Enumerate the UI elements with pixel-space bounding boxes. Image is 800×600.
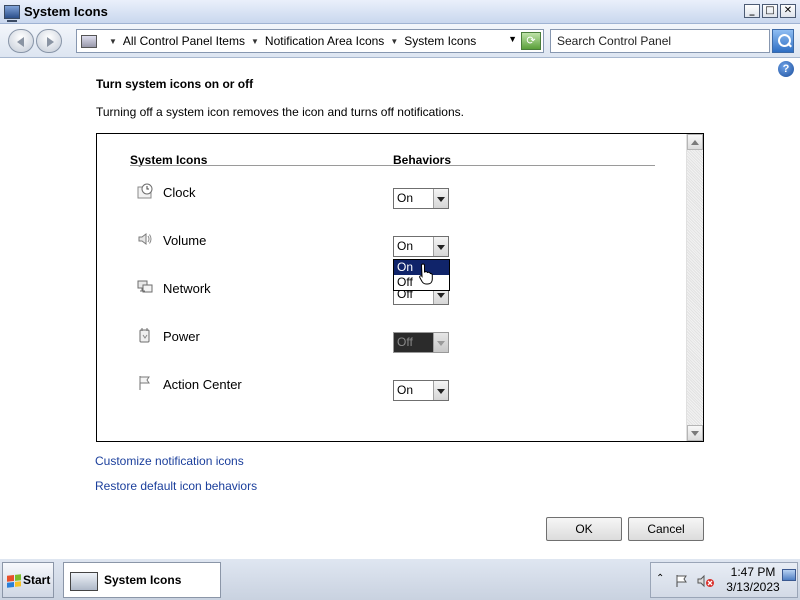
search-icon[interactable] xyxy=(772,29,794,53)
control-panel-icon xyxy=(70,572,98,591)
page-title: Turn system icons on or off xyxy=(96,77,254,91)
behavior-value-volume: On xyxy=(397,239,414,253)
breadcrumb[interactable]: ▼ All Control Panel Items ▼ Notification… xyxy=(76,29,544,53)
windows-logo-icon xyxy=(7,574,21,588)
cancel-button[interactable]: Cancel xyxy=(628,517,704,541)
window-title: System Icons xyxy=(24,4,108,19)
notification-area: ⌃ 1:47 PM 3/13/2023 xyxy=(650,562,798,598)
network-icon xyxy=(137,280,153,293)
breadcrumb-item-notification-area[interactable]: Notification Area Icons xyxy=(265,34,384,48)
chevron-down-icon[interactable] xyxy=(433,189,448,208)
action-center-flag-icon[interactable] xyxy=(675,574,689,588)
title-bar: System Icons _ □ ✕ xyxy=(0,0,800,24)
breadcrumb-item-all-items[interactable]: All Control Panel Items xyxy=(123,34,245,48)
taskbar-item-label: System Icons xyxy=(104,573,182,587)
power-icon xyxy=(139,328,150,343)
page-description: Turning off a system icon removes the ic… xyxy=(96,105,464,119)
show-desktop-icon[interactable] xyxy=(782,569,796,581)
back-button[interactable] xyxy=(8,29,34,53)
chevron-down-icon[interactable] xyxy=(433,237,448,256)
row-label-action-center: Action Center xyxy=(163,377,242,392)
chevron-down-icon[interactable]: ▼ xyxy=(508,34,517,44)
maximize-button[interactable]: □ xyxy=(762,4,778,18)
clock-icon xyxy=(137,183,153,199)
row-label-clock: Clock xyxy=(163,185,196,200)
behavior-value-power: Off xyxy=(397,335,413,349)
vertical-scrollbar[interactable] xyxy=(686,134,703,441)
behavior-select-power: Off xyxy=(393,332,449,353)
restore-default-behaviors-link[interactable]: Restore default icon behaviors xyxy=(95,479,257,493)
refresh-icon[interactable]: ⟳ xyxy=(521,32,541,50)
behavior-value-action-center: On xyxy=(397,383,414,397)
behavior-select-volume[interactable]: On xyxy=(393,236,449,257)
taskbar-clock[interactable]: 1:47 PM 3/13/2023 xyxy=(723,565,783,595)
customize-notification-icons-link[interactable]: Customize notification icons xyxy=(95,454,244,468)
window-controls: _ □ ✕ xyxy=(744,4,796,18)
chevron-right-icon[interactable]: ▼ xyxy=(109,37,117,46)
show-hidden-icons-icon[interactable]: ⌃ xyxy=(656,573,664,584)
taskbar: Start System Icons ⌃ 1:47 PM 3/13/2023 xyxy=(0,558,800,600)
address-bar: ▼ All Control Panel Items ▼ Notification… xyxy=(0,24,800,58)
taskbar-item-system-icons[interactable]: System Icons xyxy=(63,562,221,598)
behavior-value-clock: On xyxy=(397,191,414,205)
clock-time: 1:47 PM xyxy=(730,565,776,579)
clock-date: 3/13/2023 xyxy=(726,580,780,594)
help-icon[interactable]: ? xyxy=(778,61,794,77)
start-label: Start xyxy=(23,573,51,587)
computer-icon xyxy=(81,34,97,48)
volume-icon xyxy=(138,233,152,245)
chevron-down-icon xyxy=(433,333,448,352)
behavior-select-clock[interactable]: On xyxy=(393,188,449,209)
scroll-down-icon[interactable] xyxy=(687,425,703,441)
breadcrumb-item-system-icons[interactable]: System Icons xyxy=(404,34,476,48)
chevron-right-icon[interactable]: ▼ xyxy=(251,37,259,46)
search-input[interactable]: Search Control Panel xyxy=(550,29,770,53)
ok-button[interactable]: OK xyxy=(546,517,622,541)
close-button[interactable]: ✕ xyxy=(780,4,796,18)
mouse-pointer-icon xyxy=(419,263,433,285)
forward-button[interactable] xyxy=(36,29,62,53)
scroll-up-icon[interactable] xyxy=(687,134,703,150)
system-icons-panel: System Icons Behaviors Clock On Volume O… xyxy=(96,133,704,442)
row-label-network: Network xyxy=(163,281,211,296)
behavior-select-action-center[interactable]: On xyxy=(393,380,449,401)
row-label-power: Power xyxy=(163,329,200,344)
flag-icon xyxy=(139,376,150,390)
header-divider xyxy=(130,165,655,166)
volume-muted-icon[interactable] xyxy=(697,574,715,588)
control-panel-icon xyxy=(4,4,20,22)
chevron-right-icon[interactable]: ▼ xyxy=(390,37,398,46)
start-button[interactable]: Start xyxy=(2,562,54,598)
minimize-button[interactable]: _ xyxy=(744,4,760,18)
row-label-volume: Volume xyxy=(163,233,207,248)
chevron-down-icon[interactable] xyxy=(433,381,448,400)
